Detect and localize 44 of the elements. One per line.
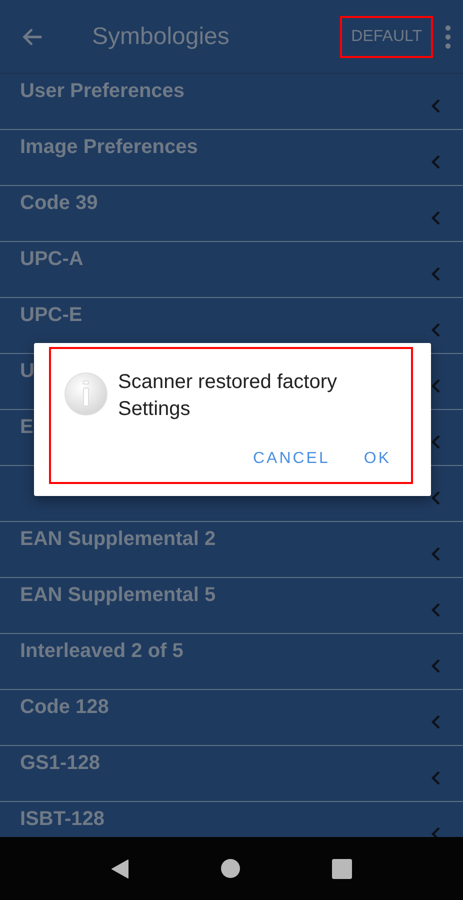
list-item[interactable]: Code 128 — [0, 690, 463, 746]
chevron-icon — [431, 98, 441, 114]
item-label: U — [20, 360, 36, 383]
default-button[interactable]: DEFAULT — [340, 16, 433, 58]
screen-title: Symbologies — [92, 22, 230, 50]
dialog-message: Scanner restored factory Settings — [118, 370, 338, 422]
item-label: EAN Supplemental 2 — [20, 528, 217, 551]
chevron-icon — [431, 154, 441, 170]
item-label: GS1-128 — [20, 752, 102, 775]
item-label: UPC-A — [20, 248, 84, 271]
back-triangle-icon[interactable] — [111, 858, 129, 878]
item-label: UPC-E — [20, 304, 84, 327]
chevron-icon — [431, 266, 441, 282]
item-label: EAN Supplemental 5 — [20, 584, 217, 607]
list-item[interactable]: User Preferences — [0, 74, 463, 130]
list-item[interactable]: GS1-128 — [0, 746, 463, 802]
list-item[interactable]: Image Preferences — [0, 130, 463, 186]
item-label: E — [20, 416, 34, 439]
item-label: Image Preferences — [20, 136, 199, 159]
list-item[interactable]: EAN Supplemental 5 — [0, 578, 463, 634]
chevron-icon — [431, 434, 441, 450]
item-label: Code 39 — [20, 192, 99, 215]
list-item[interactable]: Interleaved 2 of 5 — [0, 634, 463, 690]
info-icon — [64, 372, 108, 416]
dialog-button[interactable]: CANCEL — [242, 444, 340, 474]
recents-square-icon[interactable] — [332, 858, 352, 878]
chevron-icon — [431, 602, 441, 618]
item-label: User Preferences — [20, 80, 186, 103]
chevron-icon — [431, 714, 441, 730]
item-label: Code 128 — [20, 696, 110, 719]
chevron-icon — [431, 658, 441, 674]
chevron-icon — [431, 322, 441, 338]
dialog-button[interactable]: OK — [354, 444, 401, 474]
list-item[interactable]: EAN Supplemental 2 — [0, 522, 463, 578]
item-label: ISBT-128 — [20, 808, 106, 831]
item-label: Interleaved 2 of 5 — [20, 640, 184, 663]
chevron-icon — [431, 770, 441, 786]
chevron-icon — [431, 546, 441, 562]
list-item[interactable]: UPC-A — [0, 242, 463, 298]
more-options-icon[interactable] — [445, 24, 451, 48]
chevron-icon — [431, 378, 441, 394]
chevron-icon — [431, 210, 441, 226]
home-circle-icon[interactable] — [221, 859, 240, 878]
list-item[interactable]: Code 39 — [0, 186, 463, 242]
